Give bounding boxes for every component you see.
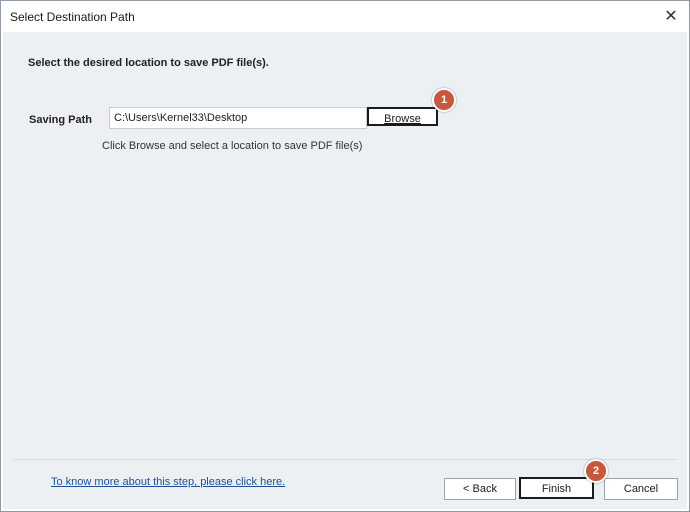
- browse-button-label: Browse: [384, 113, 421, 125]
- cancel-button-label: Cancel: [623, 483, 659, 495]
- finish-button-label: Finish: [541, 483, 572, 495]
- footer-divider: [13, 459, 677, 460]
- close-icon[interactable]: ✕: [661, 7, 681, 27]
- saving-path-input[interactable]: [109, 107, 367, 129]
- title-bar: Select Destination Path ✕: [1, 1, 689, 32]
- back-button-label: < Back: [463, 483, 497, 495]
- step-badge-1: 1: [432, 88, 456, 112]
- dialog-content: Select the desired location to save PDF …: [3, 32, 687, 509]
- step-badge-2: 2: [584, 459, 608, 483]
- back-button[interactable]: < Back: [444, 478, 516, 500]
- select-destination-dialog: Select Destination Path ✕ Select the des…: [0, 0, 690, 512]
- dialog-title: Select Destination Path: [10, 10, 135, 24]
- browse-button[interactable]: Browse: [367, 107, 438, 126]
- cancel-button[interactable]: Cancel: [604, 478, 678, 500]
- browse-hint: Click Browse and select a location to sa…: [102, 140, 363, 152]
- help-link[interactable]: To know more about this step, please cli…: [51, 476, 285, 488]
- instruction-text: Select the desired location to save PDF …: [28, 57, 269, 69]
- finish-button[interactable]: Finish: [519, 477, 594, 499]
- saving-path-label: Saving Path: [29, 114, 92, 126]
